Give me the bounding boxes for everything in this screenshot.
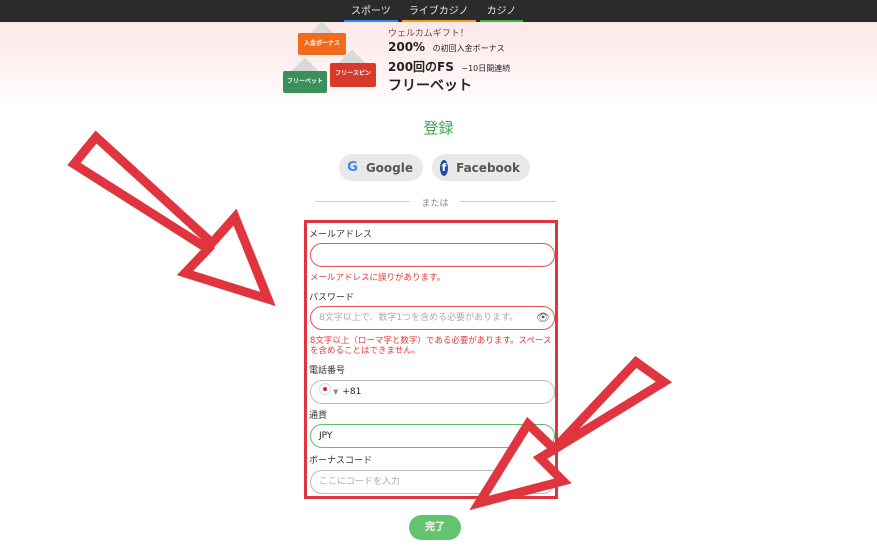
google-label: Google	[365, 160, 413, 175]
phone-label: 電話番号	[309, 366, 346, 376]
google-login-button[interactable]: G Google	[339, 154, 423, 181]
badge-deposit-bonus: 入金ボーナス	[298, 33, 346, 55]
top-nav: スポーツ ライブカジノ カジノ	[342, 5, 525, 22]
promo-line-deposit: 200% の初回入金ボーナス	[388, 40, 505, 54]
annotation-arrow-left	[67, 130, 276, 307]
divider-text: または	[421, 199, 449, 209]
password-label: パスワード	[309, 293, 355, 303]
nav-casino[interactable]: カジノ	[478, 5, 526, 22]
bonus-code-label: ボーナスコード	[309, 456, 373, 466]
facebook-icon: f	[440, 159, 449, 176]
password-placeholder: 8文字以上で、数字1つを含める必要があります。	[319, 313, 519, 323]
chevron-down-icon[interactable]: ▼	[333, 388, 338, 396]
promo-line-freebet: フリーベット	[388, 78, 472, 94]
divider-line	[315, 201, 410, 202]
facebook-login-button[interactable]: f Facebook	[432, 154, 530, 181]
badge-free-bet: フリーベット	[283, 71, 327, 93]
promo-deposit-value: 200%	[388, 40, 426, 54]
promo-fs-text: ~10日間連続	[461, 64, 511, 73]
phone-country-code: +81	[342, 387, 362, 397]
nav-live-casino[interactable]: ライブカジノ	[400, 5, 478, 22]
badge-free-spin: フリースピン	[330, 63, 376, 87]
bonus-code-input[interactable]: ここにコードを入力	[310, 470, 555, 494]
phone-field[interactable]: ▼ +81	[310, 380, 555, 404]
promo-line-fs: 200回のFS ~10日間連続	[388, 58, 510, 75]
promo-title: ウェルカムギフト！	[388, 29, 469, 39]
facebook-label: Facebook	[456, 160, 520, 175]
currency-label: 通貨	[309, 411, 328, 421]
nav-sports[interactable]: スポーツ	[342, 5, 400, 22]
submit-button[interactable]: 完了	[409, 515, 461, 540]
promo-deposit-text: の初回入金ボーナス	[432, 44, 505, 53]
google-icon: G	[347, 160, 358, 175]
currency-select[interactable]: JPY	[310, 424, 555, 448]
eye-icon[interactable]: 👁	[536, 307, 550, 329]
page-title: 登録	[423, 119, 454, 137]
email-field[interactable]	[310, 243, 555, 267]
japan-flag-icon[interactable]	[319, 383, 331, 395]
password-field[interactable]: 8文字以上で、数字1つを含める必要があります。 👁	[310, 306, 555, 330]
email-error: メールアドレスに誤りがあります。	[310, 273, 446, 283]
divider-line	[460, 201, 556, 202]
password-error: 8文字以上（ローマ字と数字）である必要があります。スペースを含めることはできませ…	[310, 336, 552, 356]
email-label: メールアドレス	[309, 230, 373, 240]
promo-fs-value: 200回のFS	[388, 60, 454, 74]
